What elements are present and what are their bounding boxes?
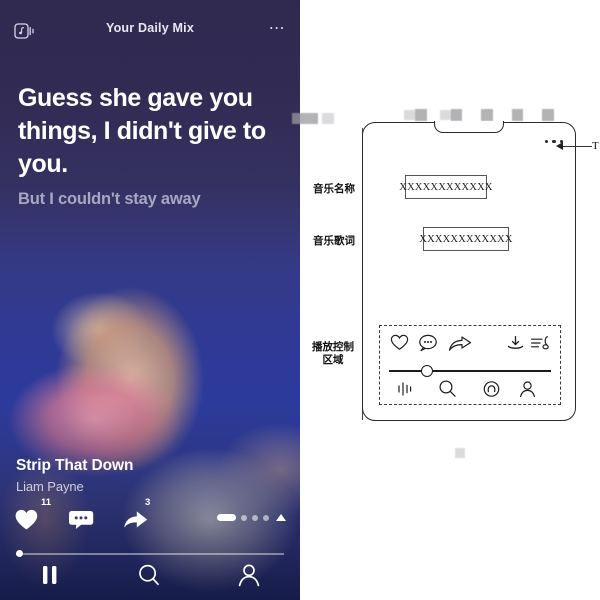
page-dot: [252, 514, 258, 521]
share-arrow-icon[interactable]: [448, 335, 472, 357]
redacted-block: [322, 113, 334, 124]
equalizer-pause-icon[interactable]: [396, 380, 414, 403]
person-icon[interactable]: [518, 380, 537, 403]
like-button[interactable]: [14, 508, 39, 536]
music-name-value-box: XXXXXXXXXXXX: [399, 175, 493, 199]
action-row: 11 3: [14, 497, 286, 536]
music-app-panel: Your Daily Mix ⋯ Guess she gave you thin…: [0, 0, 300, 600]
playlist-note-icon[interactable]: [530, 334, 552, 357]
track-title: Strip That Down: [16, 457, 134, 474]
now-playing-info: Strip That Down Liam Payne: [16, 457, 133, 494]
lyrics-block: Guess she gave you things, I didn't give…: [18, 82, 284, 209]
screenshot-root: Your Daily Mix ⋯ Guess she gave you thin…: [0, 0, 600, 600]
comment-bubble-icon[interactable]: [418, 334, 438, 357]
slider-track: [389, 370, 551, 373]
progress-knob[interactable]: [16, 550, 23, 557]
search-icon[interactable]: [438, 379, 457, 403]
slider-knob[interactable]: [421, 365, 433, 377]
search-button[interactable]: [136, 562, 162, 593]
control-icons-bottom-row: [380, 378, 560, 402]
redacted-block: [542, 109, 554, 121]
comment-button[interactable]: [69, 508, 94, 536]
playback-control-area: [379, 325, 561, 405]
diagram-panel: 音乐名称 音乐歌词 播放控制 区域 XXXXXXXXXXXX XXXXXXXXX…: [292, 0, 600, 600]
page-dot: [263, 514, 269, 521]
share-count: 3: [145, 497, 151, 508]
playback-progress-bar[interactable]: [16, 550, 284, 558]
more-horizontal-icon[interactable]: ⋯: [269, 21, 286, 37]
track-artist: Liam Payne: [16, 479, 84, 494]
arrow-head: [556, 142, 563, 150]
share-button[interactable]: [122, 508, 149, 536]
control-icons-top-row: [380, 330, 560, 360]
headphone-record-icon[interactable]: [482, 380, 501, 403]
page-indicator-pill: [217, 514, 236, 521]
redacted-block: [481, 109, 493, 121]
page-indicator[interactable]: [217, 514, 286, 521]
phone-mockup-frame: XXXXXXXXXXXX XXXXXXXXXXXX: [362, 121, 576, 421]
edge-label: T: [592, 140, 600, 152]
redacted-block: [451, 109, 462, 121]
heart-outline-icon[interactable]: [390, 334, 409, 356]
like-count: 11: [41, 497, 52, 508]
label-playback-control-area: 播放控制 区域: [312, 342, 354, 366]
pause-button[interactable]: [38, 562, 62, 593]
phone-notch: [434, 121, 504, 133]
playback-slider[interactable]: [389, 365, 551, 377]
profile-button[interactable]: [236, 562, 262, 593]
redacted-block: [404, 110, 415, 120]
chevron-up-icon[interactable]: [276, 514, 286, 521]
redacted-block: [292, 113, 318, 124]
page-title: Your Daily Mix: [105, 21, 194, 35]
page-dot: [241, 514, 247, 521]
bottom-navigation: [0, 558, 300, 596]
app-header: Your Daily Mix ⋯: [0, 18, 300, 48]
label-music-name: 音乐名称: [313, 184, 355, 195]
download-icon[interactable]: [506, 335, 525, 357]
lyric-active-line: Guess she gave you things, I didn't give…: [18, 84, 266, 178]
lyric-next-line: But I couldn't stay away: [18, 190, 201, 208]
redacted-block: [415, 109, 427, 121]
label-music-lyrics: 音乐歌词: [313, 236, 355, 247]
redacted-block: [455, 448, 465, 458]
progress-track: [16, 553, 284, 555]
redacted-block: [512, 109, 523, 121]
leader-line-edge: [562, 146, 592, 148]
music-lyrics-value-box: XXXXXXXXXXXX: [419, 227, 513, 251]
